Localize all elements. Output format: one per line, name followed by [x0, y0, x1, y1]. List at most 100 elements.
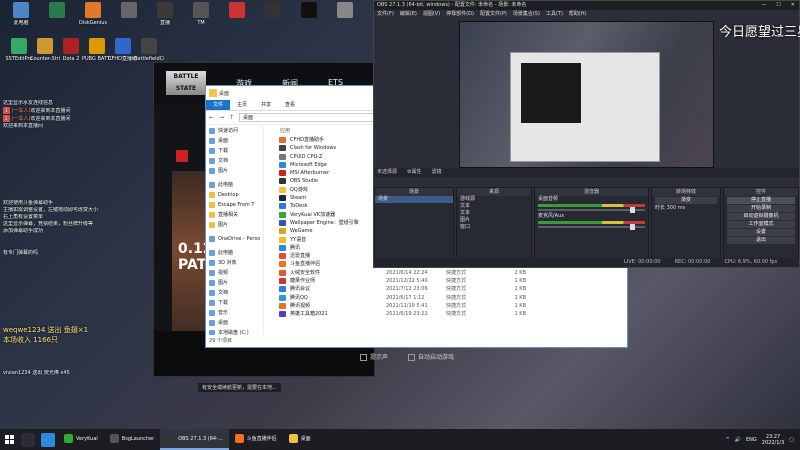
desktop-icon[interactable]: 直播	[150, 2, 180, 26]
obs-menu-item[interactable]: 视图(V)	[423, 10, 440, 19]
scene-item[interactable]: 场景	[375, 196, 453, 203]
sidebar-item[interactable]: 本地磁盘 (C:)	[206, 328, 263, 335]
transition-duration-value: 300 ms	[666, 205, 686, 211]
source-item[interactable]: 窗口	[457, 224, 531, 231]
notification-icon[interactable]: ▢	[789, 437, 794, 443]
chat-text: 这里显示水友连线信息	[3, 100, 54, 106]
up-arrow-icon[interactable]: ↑	[229, 114, 236, 121]
obs-menu-item[interactable]: 工具(T)	[546, 10, 563, 19]
transition-type-select[interactable]: 渐变	[655, 197, 717, 204]
desktop-icon[interactable]: DiskGenius	[78, 2, 108, 26]
control-button[interactable]: 停止直播	[727, 197, 795, 204]
sidebar-item[interactable]: 快速访问	[206, 126, 263, 136]
obs-menu-item[interactable]: 文件(F)	[377, 10, 394, 19]
source-item[interactable]: 文本	[457, 210, 531, 217]
file-row[interactable]: 腾讯QQ 2021/6/17 1:12 快捷方式 1 KB	[276, 294, 627, 302]
file-size: 1 KB	[514, 302, 526, 309]
obs-menu-item[interactable]: 场景集合(S)	[513, 10, 540, 19]
file-row[interactable]: 腾讯视频 2021/11/19 5:41 快捷方式 1 KB	[276, 302, 627, 310]
sidebar-item[interactable]: 此电脑	[206, 248, 263, 258]
control-button[interactable]: 工作室模式	[727, 221, 795, 228]
taskbar-app[interactable]: 斗鱼直播伴侣	[229, 429, 283, 450]
file-name: 英雄工具箱2021	[276, 310, 386, 318]
ribbon-tab[interactable]: 主页	[230, 100, 254, 110]
sidebar-item[interactable]: 图片	[206, 220, 263, 230]
ribbon-tab[interactable]: 共享	[254, 100, 278, 110]
sidebar-item[interactable]: 此电脑	[206, 180, 263, 190]
obs-preview[interactable]	[459, 21, 714, 168]
ribbon-tab[interactable]: 查看	[278, 100, 302, 110]
sidebar-item[interactable]: 桌面	[206, 136, 263, 146]
desktop-icon[interactable]	[258, 2, 288, 20]
taskbar-app[interactable]: OBS 27.1.3 (64-...	[160, 429, 229, 450]
obs-menu-item[interactable]: 编辑(E)	[400, 10, 417, 19]
file-name: Wallpaper Engine：壁纸引擎	[276, 219, 386, 227]
volume-slider[interactable]	[538, 224, 645, 230]
forward-arrow-icon[interactable]: →	[219, 114, 226, 121]
input-language[interactable]: ENG	[746, 437, 757, 443]
control-button[interactable]: 开始录制	[727, 205, 795, 212]
maximize-icon[interactable]: ☐	[776, 1, 780, 10]
desktop-icon[interactable]	[222, 2, 252, 20]
control-button[interactable]: 设置	[727, 229, 795, 236]
ribbon-tab[interactable]: 文件	[206, 100, 231, 110]
sidebar-item[interactable]: OneDrive - Perso	[206, 234, 263, 244]
control-button[interactable]: 启动虚拟摄像机	[727, 213, 795, 220]
start-button[interactable]	[0, 429, 18, 450]
sidebar-item[interactable]: 视频	[206, 268, 263, 278]
obs-window[interactable]: OBS 27.1.3 (64-bit, windows) - 配置文件: 未命名…	[373, 0, 800, 268]
taskbar-app[interactable]: VeryKuai	[58, 429, 104, 450]
app-icon	[64, 434, 73, 443]
search-icon[interactable]	[21, 432, 35, 447]
sidebar-item[interactable]: 文档	[206, 156, 263, 166]
desktop-icon[interactable]	[330, 2, 360, 20]
sidebar-item[interactable]: 音乐	[206, 308, 263, 318]
obs-strip-item[interactable]: 滤镜	[432, 168, 442, 177]
control-button[interactable]: 退出	[727, 237, 795, 244]
launcher-checkbox[interactable]: 提示声	[360, 352, 388, 361]
desktop-icon[interactable]	[294, 2, 324, 20]
taskbar-app[interactable]: BsgLauncher	[104, 429, 160, 450]
sidebar-item[interactable]: Escape From T	[206, 200, 263, 210]
sidebar-item[interactable]: 直播相关	[206, 210, 263, 220]
sidebar-item[interactable]: 桌面	[206, 318, 263, 328]
source-item[interactable]: 图片	[457, 217, 531, 224]
source-item[interactable]: 文本	[457, 203, 531, 210]
sidebar-item[interactable]: 下载	[206, 298, 263, 308]
file-name: Clash for Windows	[276, 144, 386, 152]
sidebar-item[interactable]: 图片	[206, 278, 263, 288]
transition-duration[interactable]: 时长 300 ms	[652, 205, 720, 212]
clock[interactable]: 23:27 2022/1/3	[762, 434, 784, 446]
launcher-checkbox[interactable]: 自动启动游戏	[408, 352, 454, 361]
desktop-icon[interactable]	[114, 2, 144, 20]
desktop-icon[interactable]: 此电脑	[6, 2, 36, 26]
obs-menu-item[interactable]: 配置文件(P)	[480, 10, 507, 19]
file-date: 2021/6/19 23:22	[386, 311, 428, 318]
file-row[interactable]: 英雄工具箱2021 2021/6/19 23:22 快捷方式 1 KB	[276, 310, 627, 318]
obs-menu-item[interactable]: 停靠部件(D)	[446, 10, 474, 19]
sidebar-item[interactable]: 图片	[206, 166, 263, 176]
volume-slider[interactable]	[538, 207, 645, 213]
back-arrow-icon[interactable]: ←	[209, 114, 216, 121]
source-item[interactable]: 游戏源	[457, 196, 531, 203]
edge-icon[interactable]	[41, 432, 55, 447]
volume-icon[interactable]: 🔊	[735, 437, 741, 443]
sidebar-item[interactable]: 文档	[206, 288, 263, 298]
sidebar-item[interactable]: Desktop	[206, 190, 263, 200]
desktop-icon[interactable]: BattlefieldCiv	[134, 38, 164, 62]
play-icon[interactable]	[176, 150, 188, 162]
close-icon[interactable]: ✕	[791, 1, 795, 10]
obs-strip-item[interactable]: ⚙属性	[407, 168, 421, 177]
sidebar-item[interactable]: 3D 对象	[206, 258, 263, 268]
file-row[interactable]: 火绒安全软件 2021/6/14 22:24 快捷方式 2 KB	[276, 269, 627, 277]
desktop-icon[interactable]	[42, 2, 72, 20]
chevron-up-icon[interactable]: ^	[726, 437, 730, 443]
sidebar-item[interactable]: 下载	[206, 146, 263, 156]
app-icon	[49, 2, 65, 18]
file-row[interactable]: 腾讯会议 2021/7/12 23:06 快捷方式 1 KB	[276, 285, 627, 293]
taskbar-app[interactable]: 桌面	[283, 429, 317, 450]
obs-menu-item[interactable]: 帮助(H)	[569, 10, 587, 19]
file-row[interactable]: 糖果作业师 2021/12/22 5:40 快捷方式 1 KB	[276, 277, 627, 285]
desktop-icon[interactable]: TM	[186, 2, 216, 26]
minimize-icon[interactable]: —	[761, 1, 766, 10]
